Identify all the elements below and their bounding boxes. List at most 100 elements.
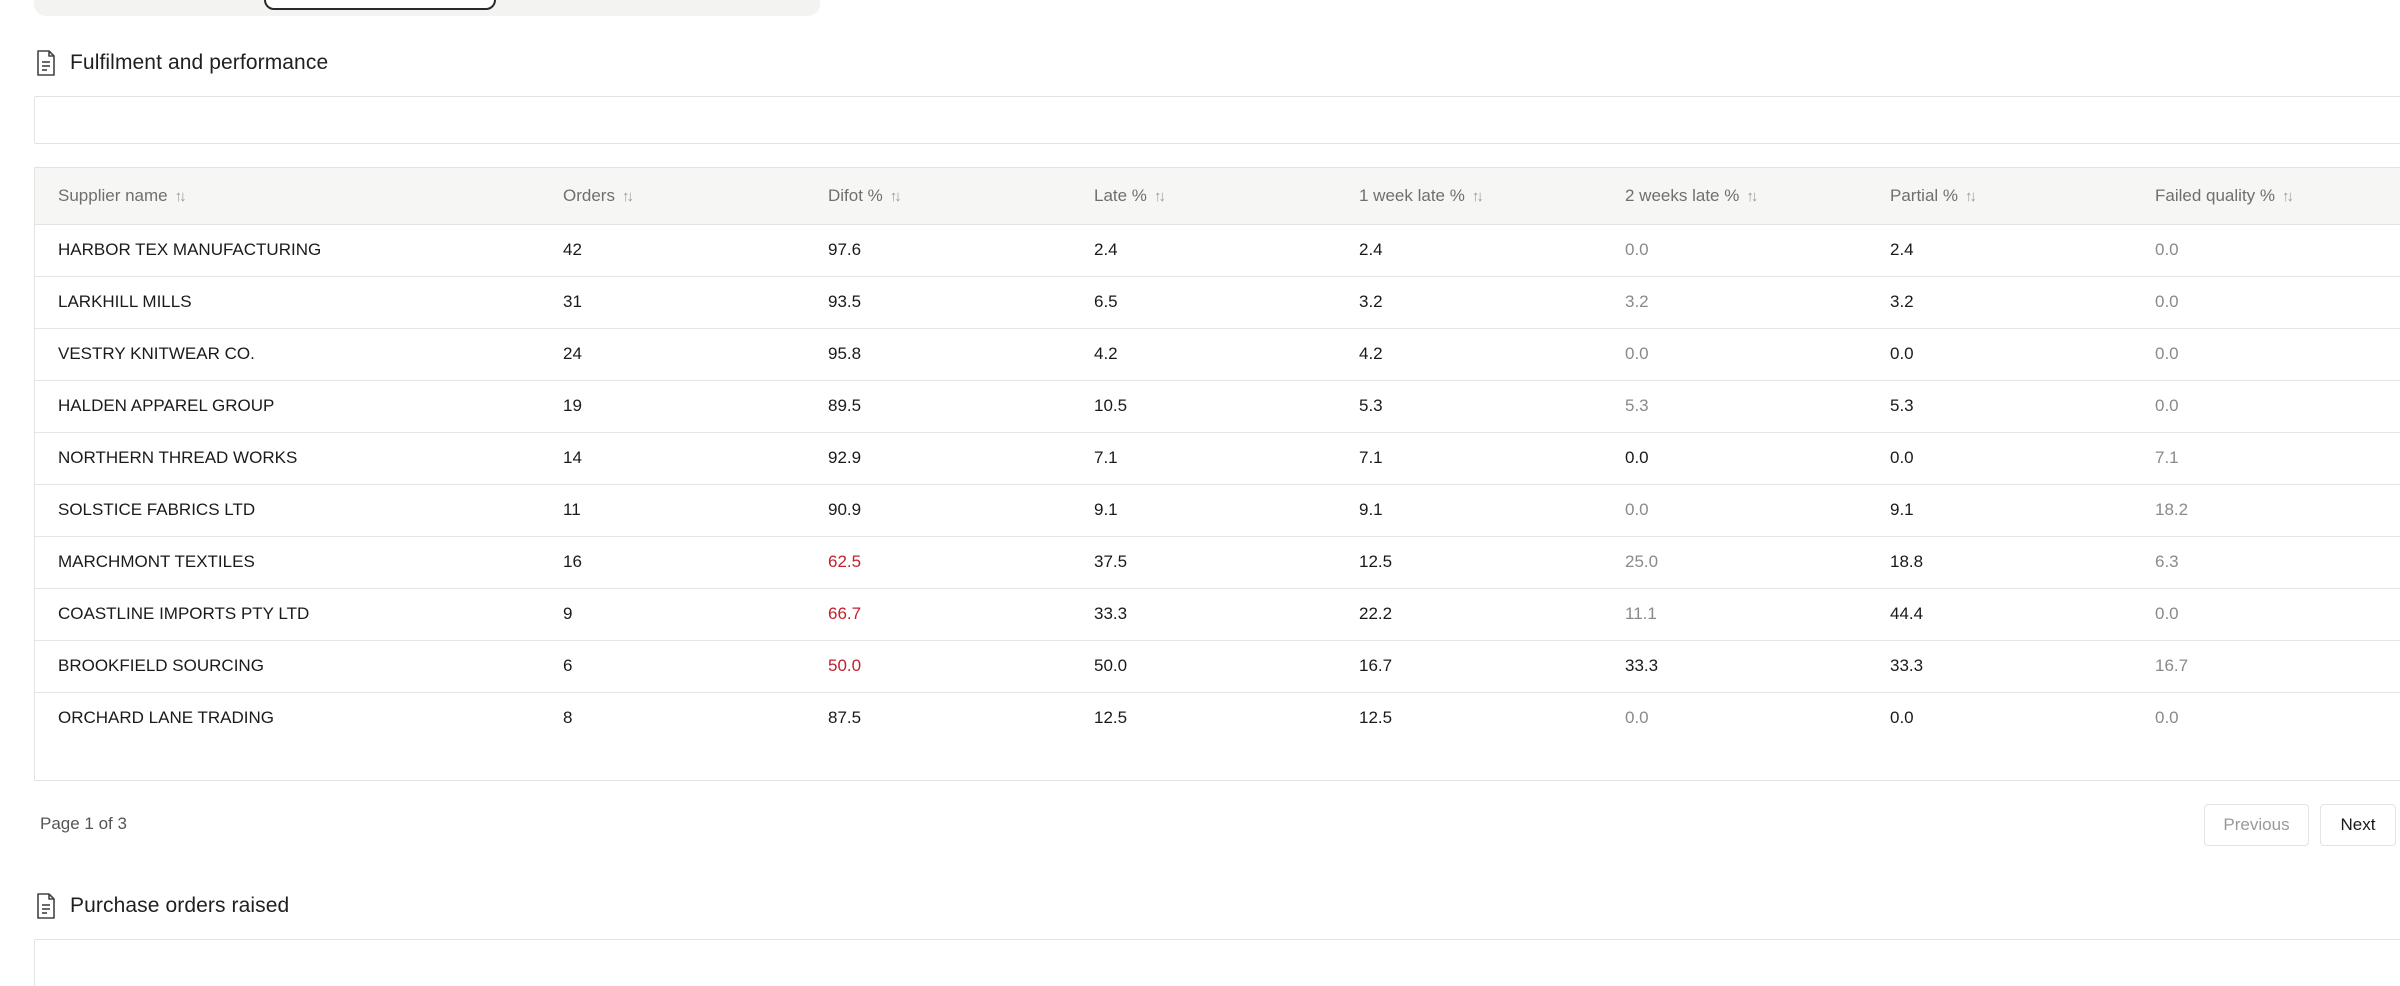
table-cell: 89.5 (828, 396, 862, 415)
column-header[interactable]: Partial % ↑↓ (1867, 168, 2132, 224)
column-header-label: Supplier name (58, 185, 168, 205)
sort-icon[interactable]: ↑↓ (1154, 188, 1166, 205)
table-cell: 95.8 (828, 344, 862, 363)
table-cell: 90.9 (828, 500, 862, 519)
table-header-row: Supplier name ↑↓ Orders ↑↓ Difot % ↑↓ Late % ↑↓… (35, 168, 2400, 224)
table-cell: 3.2 (1890, 292, 1914, 311)
table-cell: VESTRY KNITWEAR CO. (58, 344, 255, 363)
table-row[interactable]: SOLSTICE FABRICS LTD 11 90.9 9.1 9.1 0.0 9.1 18… (35, 484, 2400, 536)
table-cell: 62.5 (828, 552, 862, 571)
table-row[interactable]: VESTRY KNITWEAR CO. 24 95.8 4.2 4.2 0.0 0.0 0.0 (35, 328, 2400, 380)
table-cell: 44.4 (1890, 604, 1924, 623)
table-cell: HALDEN APPAREL GROUP (58, 396, 275, 415)
table-cell: 16.7 (1359, 656, 1393, 675)
table-cell: 42 (563, 240, 582, 259)
column-header-label: Failed quality % (2155, 185, 2276, 205)
sort-icon[interactable]: ↑↓ (1965, 188, 1977, 205)
table-cell: 33.3 (1094, 604, 1128, 623)
column-header-label: Partial % (1890, 185, 1959, 205)
table-cell: 50.0 (828, 656, 862, 675)
sort-icon[interactable]: ↑↓ (622, 188, 634, 205)
table-cell: 31 (563, 292, 582, 311)
active-tab[interactable] (264, 0, 496, 10)
table-cell: 93.5 (828, 292, 862, 311)
sort-icon[interactable]: ↑↓ (1472, 188, 1484, 205)
sort-icon[interactable]: ↑↓ (890, 188, 902, 205)
column-header[interactable]: Supplier name ↑↓ (35, 168, 540, 224)
table-cell: 25.0 (1625, 552, 1659, 571)
table-cell: 3.2 (1359, 292, 1383, 311)
next-button[interactable]: Next (2320, 804, 2396, 846)
previous-button[interactable]: Previous (2204, 804, 2309, 846)
table-cell: 0.0 (2155, 344, 2179, 363)
table-cell: ORCHARD LANE TRADING (58, 708, 274, 728)
table-cell: 9.1 (1890, 500, 1914, 519)
table-cell: 10.5 (1094, 396, 1128, 415)
table-cell: 66.7 (828, 604, 862, 623)
table-row[interactable]: COASTLINE IMPORTS PTY LTD 9 66.7 33.3 22.2 11… (35, 588, 2400, 640)
table-cell: 2.4 (1094, 240, 1118, 259)
table-cell: 7.1 (2155, 448, 2179, 467)
table-cell: SOLSTICE FABRICS LTD (58, 500, 256, 519)
table-cell: 4.2 (1359, 344, 1383, 363)
table-cell: 11 (563, 500, 581, 519)
table-row[interactable]: HARBOR TEX MANUFACTURING 42 97.6 2.4 2.4 0.0 2… (35, 224, 2400, 276)
sort-icon[interactable]: ↑↓ (175, 188, 187, 205)
table-row[interactable]: ORCHARD LANE TRADING 8 87.5 12.5 12.5 0.0 0.0 0… (35, 692, 2400, 744)
table-cell: 0.0 (1625, 448, 1649, 467)
table-cell: 5.3 (1359, 396, 1383, 415)
table-cell: 5.3 (1625, 396, 1649, 415)
table-row[interactable]: NORTHERN THREAD WORKS 14 92.9 7.1 7.1 0.0 0.0 7… (35, 432, 2400, 484)
table-cell: 12.5 (1094, 708, 1128, 728)
table-cell: HARBOR TEX MANUFACTURING (58, 240, 322, 259)
table-cell: 0.0 (2155, 292, 2179, 311)
table-cell: 33.3 (1890, 656, 1924, 675)
column-header[interactable]: 2 weeks late % ↑↓ (1602, 168, 1867, 224)
table-cell: 6.3 (2155, 552, 2179, 571)
supplier-performance-table: Supplier name ↑↓ Orders ↑↓ Difot % ↑↓ Late % ↑↓… (34, 167, 2400, 781)
column-header[interactable]: 1 week late % ↑↓ (1336, 168, 1602, 224)
column-header[interactable]: Orders ↑↓ (540, 168, 805, 224)
page-info: Page 1 of 3 (40, 814, 127, 833)
table-cell: 19 (563, 396, 582, 415)
fulfilment-section-header: Fulfilment and performance (34, 48, 328, 78)
table-cell: 14 (563, 448, 582, 467)
column-header[interactable]: Difot % ↑↓ (805, 168, 1071, 224)
table-cell: 0.0 (1625, 240, 1649, 259)
table-row[interactable]: BROOKFIELD SOURCING 6 50.0 50.0 16.7 33.3 33.3… (35, 640, 2400, 692)
purchase-orders-section-header: Purchase orders raised (34, 891, 289, 921)
section-title: Fulfilment and performance (70, 51, 329, 74)
document-icon (37, 893, 55, 919)
table-cell: 11.1 (1625, 604, 1657, 623)
table-cell: 0.0 (2155, 240, 2179, 259)
table-cell: 22.2 (1359, 604, 1393, 623)
table-cell: 18.8 (1890, 552, 1924, 571)
table-cell: 24 (563, 344, 582, 363)
table-cell: 50.0 (1094, 656, 1128, 675)
table-cell: 0.0 (1890, 448, 1914, 467)
column-header[interactable]: Failed quality % ↑↓ (2132, 168, 2400, 224)
column-header[interactable]: Late % ↑↓ (1071, 168, 1336, 224)
table-row[interactable]: HALDEN APPAREL GROUP 19 89.5 10.5 5.3 5.3 5.3 0… (35, 380, 2400, 432)
table-cell: NORTHERN THREAD WORKS (58, 448, 298, 467)
table-cell: 16 (563, 552, 582, 571)
table-cell: LARKHILL MILLS (58, 292, 192, 311)
table-cell: 12.5 (1359, 552, 1393, 571)
table-cell: 12.5 (1359, 708, 1393, 728)
column-header-label: Late % (1094, 185, 1147, 205)
table-cell: 37.5 (1094, 552, 1128, 571)
top-tab-bar (34, 0, 820, 16)
table-row[interactable]: LARKHILL MILLS 31 93.5 6.5 3.2 3.2 3.2 0.0 (35, 276, 2400, 328)
table-row[interactable]: MARCHMONT TEXTILES 16 62.5 37.5 12.5 25.0 18.8… (35, 536, 2400, 588)
table-cell: 0.0 (2155, 604, 2179, 623)
table-cell: 92.9 (828, 448, 862, 467)
sort-icon[interactable]: ↑↓ (2282, 188, 2294, 205)
table-cell: 2.4 (1890, 240, 1914, 259)
sort-icon[interactable]: ↑↓ (1746, 188, 1758, 205)
table-cell: 33.3 (1625, 656, 1659, 675)
filter-input[interactable] (34, 96, 2400, 144)
table-cell: MARCHMONT TEXTILES (58, 552, 255, 571)
filter-input[interactable] (34, 939, 2400, 986)
table-cell: 6.5 (1094, 292, 1118, 311)
column-header-label: 2 weeks late % (1625, 185, 1740, 205)
